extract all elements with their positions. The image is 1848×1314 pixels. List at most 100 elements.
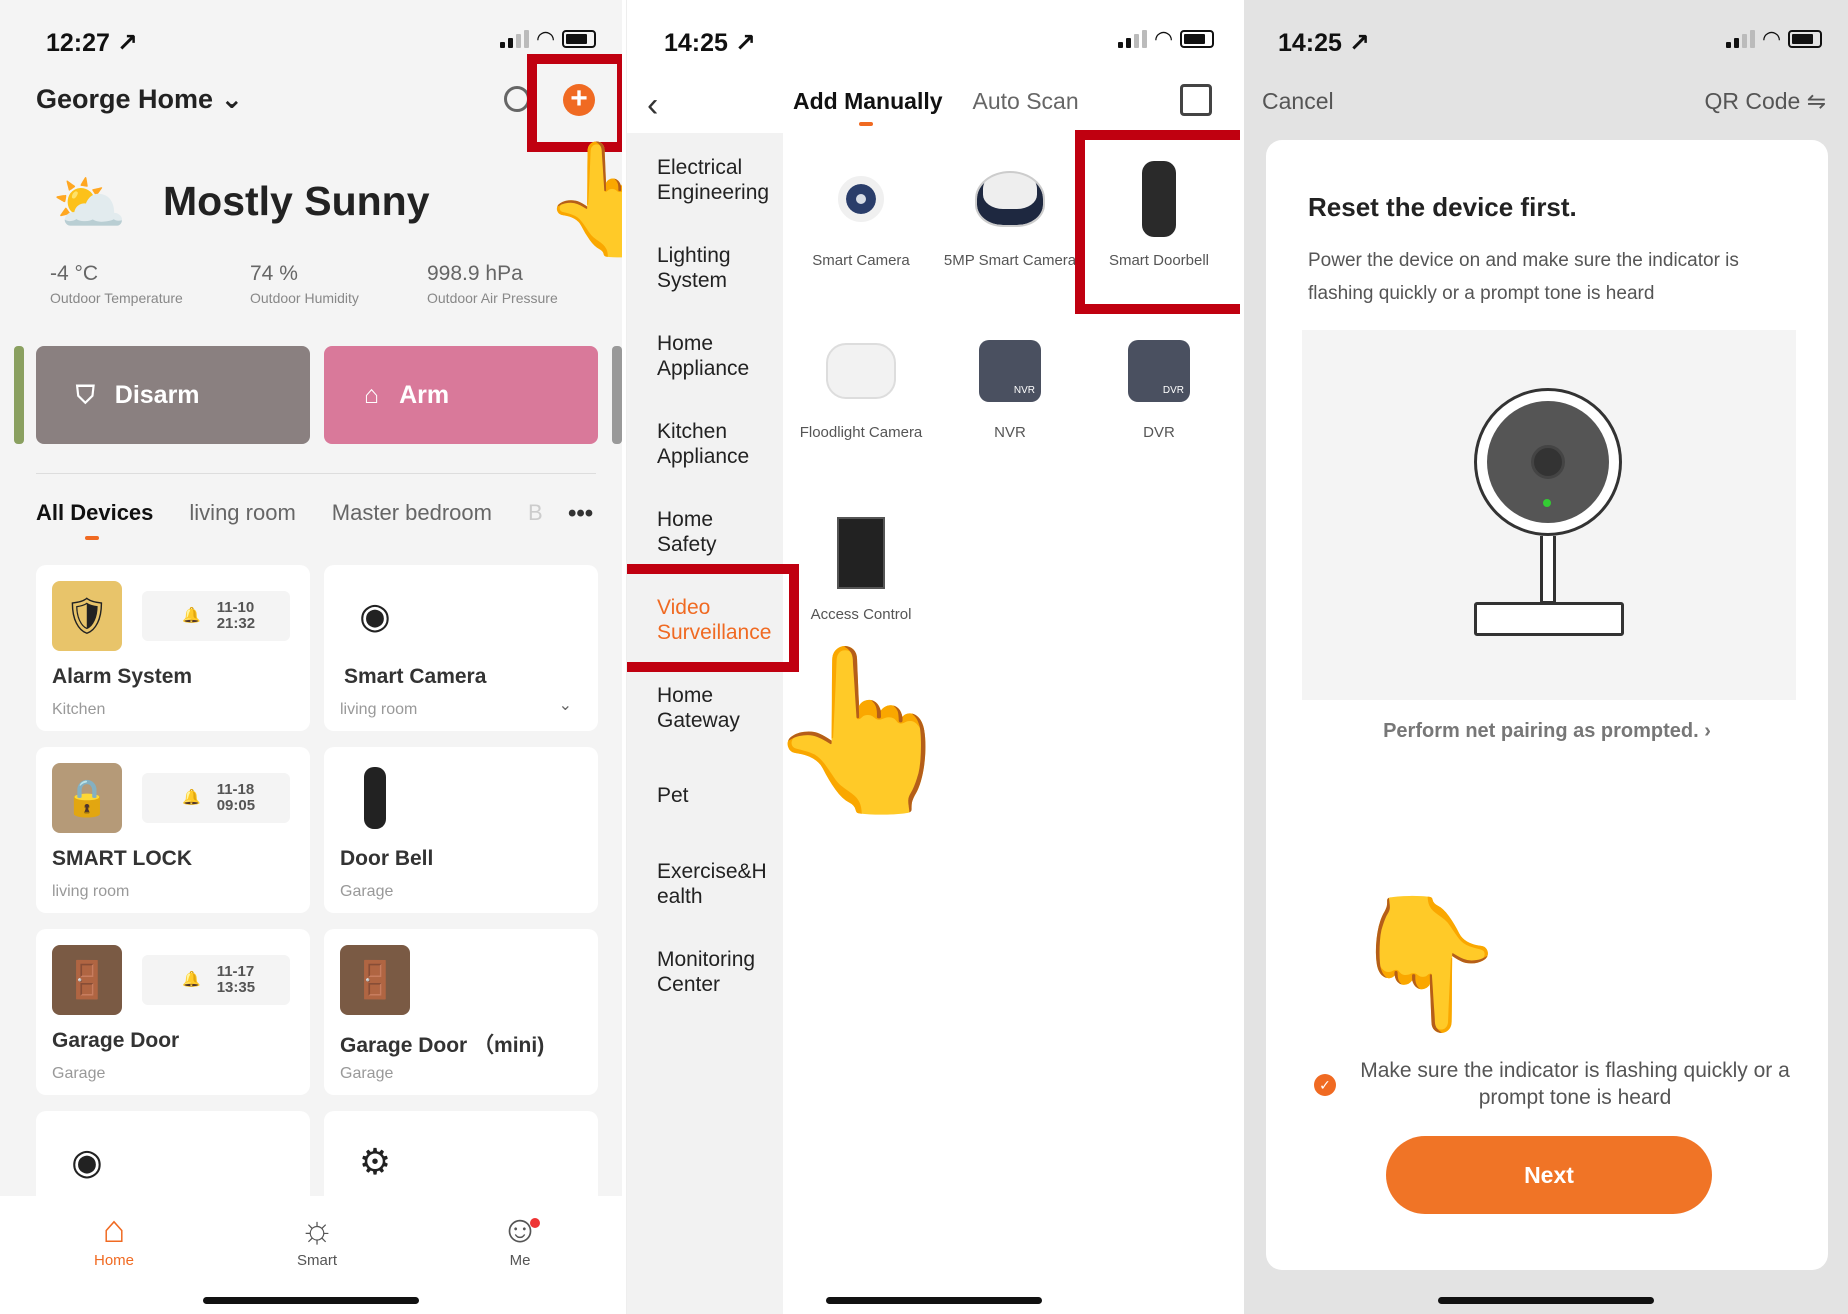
bell-icon: 🔔 [182,971,201,988]
partly-sunny-icon: ⛅ [52,170,127,237]
category-exercise[interactable]: Exercise&H ealth [657,859,781,909]
device-access-control[interactable]: Access Control [791,508,931,626]
device-card[interactable]: ◉ Smart Camera living room ⌄ [324,565,598,731]
nav-smart[interactable]: ☼ Smart [277,1208,357,1269]
device-5mp-camera[interactable]: 5MP Smart Camera [940,154,1080,272]
dome-camera-icon [940,154,1080,244]
notif-date: 11-17 [216,963,255,980]
signal-icon [1726,30,1756,48]
category-list: Electrical Engineering Lighting System H… [627,133,783,1314]
status-time: 14:25 ↗ [664,29,756,57]
notif-time: 21:32 [216,615,256,632]
dome-camera-icon: ◉ [71,1141,103,1182]
more-icon[interactable]: ••• [568,500,593,528]
category-lighting[interactable]: Lighting System [657,243,767,293]
status-indicators: ◠ [1118,28,1214,50]
stat-humidity: 74 % Outdoor Humidity [250,262,359,306]
nav-me[interactable]: ☺ Me [480,1208,560,1269]
device-name: Garage Door （mini) [340,1034,545,1057]
camera-illustration [1302,330,1796,700]
next-button[interactable]: Next [1386,1136,1712,1214]
notification-badge: 🔔 11-18 09:05 [142,773,290,823]
user-icon: ☺ [500,1209,540,1251]
device-name: Door Bell [340,847,434,870]
category-pet[interactable]: Pet [657,783,689,808]
highlight-box-doorbell [1075,130,1240,314]
category-monitoring[interactable]: Monitoring Center [657,947,767,997]
device-label: NVR [994,424,1026,441]
category-safety[interactable]: Home Safety [657,507,737,557]
nav-home[interactable]: ⌂ Home [74,1208,154,1269]
scan-icon[interactable] [1180,84,1212,116]
stat-pressure: 998.9 hPa Outdoor Air Pressure [427,262,558,306]
device-room: living room [52,883,130,900]
device-dvr[interactable]: DVR DVR [1089,326,1229,444]
category-electrical[interactable]: Electrical Engineering [657,155,781,205]
indicator-light-icon [1543,499,1551,507]
tab-add-manually[interactable]: Add Manually [793,88,943,115]
pointing-hand-icon: 👆 [763,640,963,819]
tab-underline [85,536,99,540]
access-control-icon [791,508,931,598]
device-smart-camera[interactable]: Smart Camera [791,154,931,272]
disarm-button[interactable]: ⛉ Disarm [36,346,310,444]
home-indicator [203,1297,419,1304]
device-card[interactable]: 🔒 🔔 11-18 09:05 SMART LOCK living room [36,747,310,913]
home-arm-icon: ⌂ [364,380,380,409]
stat-value: 998.9 hPa [427,262,523,285]
tab-master-bedroom[interactable]: Master bedroom [332,500,492,526]
reset-device-screen: 14:25 ↗ ◠ Cancel QR Code ⇋ Reset the dev… [1244,0,1848,1314]
chevron-down-icon[interactable]: ⌄ [559,695,572,715]
checkbox-checked-icon[interactable]: ✓ [1314,1074,1336,1096]
tab-all-devices[interactable]: All Devices [36,500,153,526]
stat-value: 74 % [250,262,298,285]
arm-button[interactable]: ⌂ Arm [324,346,598,444]
signal-icon [500,30,530,48]
device-floodlight-camera[interactable]: Floodlight Camera [791,326,931,444]
confirm-text: Make sure the indicator is flashing quic… [1360,1059,1790,1109]
status-bar: 14:25 ↗ ◠ [627,22,1240,62]
home-selector[interactable]: George Home ⌄ [36,84,243,115]
bell-icon: 🔔 [182,789,201,806]
nav-label: Home [93,1252,134,1269]
pointing-hand-icon: 👆 [1346,892,1508,1038]
stat-temperature: -4 °C Outdoor Temperature [50,262,183,306]
category-gateway[interactable]: Home Gateway [657,683,757,733]
pairing-link[interactable]: Perform net pairing as prompted. › [1266,720,1828,743]
tab-living-room[interactable]: living room [189,500,295,526]
status-bar: 14:25 ↗ ◠ [1244,22,1848,62]
notification-badge: 🔔 11-10 21:32 [142,591,290,641]
home-indicator [825,1297,1042,1304]
pointing-hand-icon: 👆 [540,138,622,261]
wifi-icon: ◠ [537,26,554,51]
weather-title: Mostly Sunny [163,178,430,224]
notif-time: 09:05 [216,797,256,814]
device-label: Floodlight Camera [799,424,923,441]
tab-truncated[interactable]: B [528,500,543,526]
nvr-icon: NVR [979,340,1041,402]
camera-stand [1540,536,1556,604]
device-label: 5MP Smart Camera [943,252,1077,269]
device-room: Kitchen [52,701,106,718]
nav-label: Smart [296,1252,337,1269]
device-nvr[interactable]: NVR NVR [940,326,1080,444]
scene-card-edge [612,346,622,444]
arm-label: Arm [399,380,450,409]
tab-underline [859,122,873,126]
device-card[interactable]: 🛡 🔔 11-10 21:32 Alarm System Kitchen [36,565,310,731]
battery-icon [1180,30,1214,48]
divider [36,473,596,474]
camera-base [1474,602,1624,636]
qr-code-button[interactable]: QR Code ⇋ [1704,88,1826,115]
device-card[interactable]: Door Bell Garage [324,747,598,913]
back-icon[interactable]: ‹ [647,86,658,125]
cancel-button[interactable]: Cancel [1262,88,1334,115]
category-home-appliance[interactable]: Home Appliance [657,331,767,381]
device-card[interactable]: 🚪 🔔 11-17 13:35 Garage Door Garage [36,929,310,1095]
tab-auto-scan[interactable]: Auto Scan [973,88,1079,115]
device-card[interactable]: 🚪 Garage Door （mini) Garage [324,929,598,1095]
dvr-icon: DVR [1128,340,1190,402]
battery-icon [562,30,596,48]
category-kitchen[interactable]: Kitchen Appliance [657,419,767,469]
smart-lock-icon: 🔒 [52,763,122,833]
